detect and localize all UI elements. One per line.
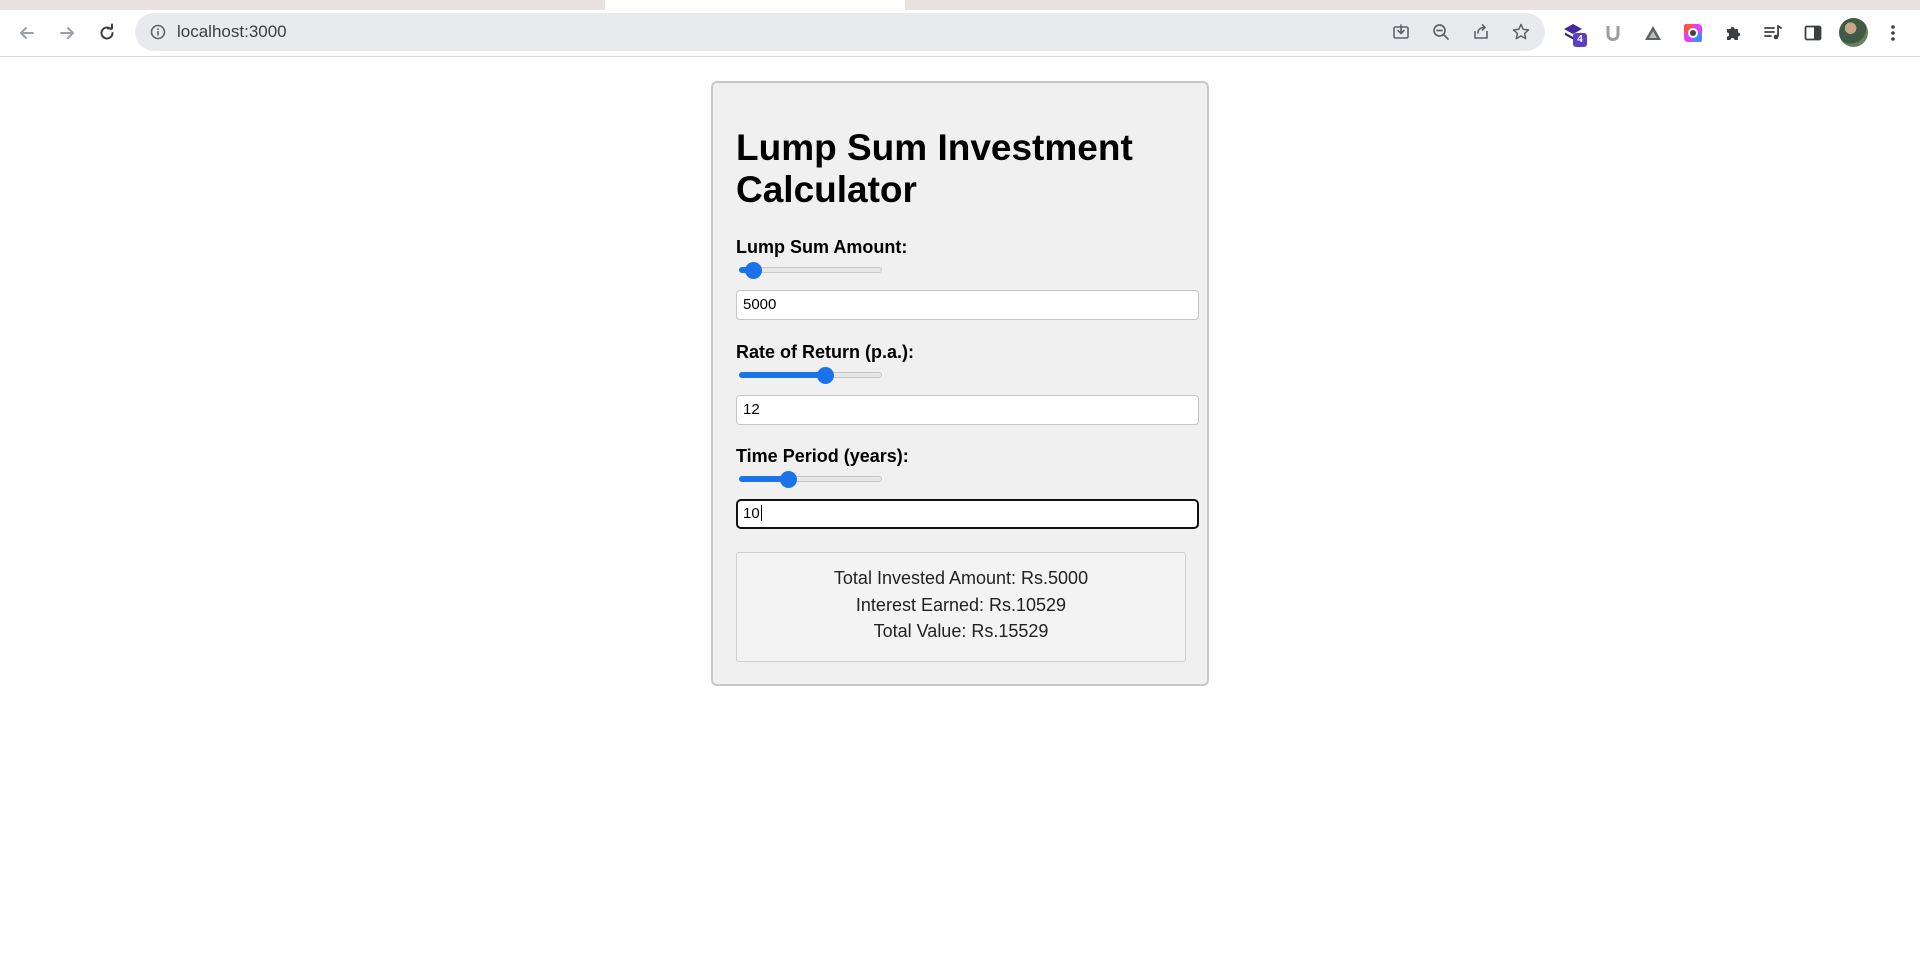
share-button[interactable] [1468,19,1494,45]
extension-badge: 4 [1573,33,1587,47]
bookmark-button[interactable] [1508,19,1534,45]
browser-menu-button[interactable] [1877,17,1909,49]
install-app-button[interactable] [1388,19,1414,45]
side-panel-button[interactable] [1797,17,1829,49]
total-invested-text: Total Invested Amount: Rs.5000 [833,568,1089,588]
time-period-label: Time Period (years): [736,446,909,466]
lump-sum-input[interactable]: 5000 [736,290,1199,320]
slider-thumb[interactable] [779,471,797,488]
extensions-button[interactable] [1717,17,1749,49]
side-panel-icon [1804,25,1822,41]
url-text[interactable]: localhost:3000 [177,23,287,41]
reload-button[interactable] [91,17,123,49]
puzzle-icon [1727,27,1740,40]
extension-triangle-button[interactable] [1637,17,1669,49]
extension-color-button[interactable] [1677,17,1709,49]
rate-of-return-slider[interactable] [739,367,882,384]
kebab-menu-icon [1891,25,1895,41]
u-logo-icon [1606,26,1620,42]
results-panel: Total Invested Amount: Rs.5000 Interest … [736,552,1186,662]
browser-toolbar: localhost:3000 4 [0,10,1920,57]
reload-icon [100,23,114,40]
address-bar[interactable]: localhost:3000 [135,13,1545,51]
lump-sum-slider[interactable] [739,262,882,279]
rate-of-return-input[interactable]: 12 [736,395,1199,425]
triangle-logo-icon [1645,26,1661,40]
active-tab[interactable] [605,0,905,10]
share-icon [1474,24,1488,39]
tab-strip [0,0,1920,10]
text-caret [760,505,762,521]
slider-thumb[interactable] [816,367,834,384]
zoom-out-icon [1433,24,1449,40]
rate-of-return-label: Rate of Return (p.a.): [736,342,914,362]
media-control-button[interactable] [1757,17,1789,49]
total-value-text: Total Value: Rs.15529 [873,621,1049,641]
time-period-slider[interactable] [739,471,882,488]
install-icon [1393,24,1409,39]
extension-u-button[interactable] [1597,17,1629,49]
info-icon[interactable] [149,23,167,41]
extension-stack-button[interactable]: 4 [1557,17,1589,49]
star-icon [1512,23,1530,40]
profile-avatar[interactable] [1839,18,1868,47]
forward-button[interactable] [51,17,83,49]
slider-fill [739,372,825,378]
lump-sum-value: 5000 [743,296,777,313]
page-title: Lump Sum Investment Calculator [736,127,1133,210]
time-period-value: 10 [743,505,760,522]
lump-sum-label: Lump Sum Amount: [736,237,908,257]
back-button[interactable] [11,17,43,49]
time-period-input[interactable]: 10 [736,499,1199,529]
arrow-left-icon [20,27,34,39]
zoom-button[interactable] [1428,19,1454,45]
media-control-icon [1764,25,1782,40]
arrow-right-icon [60,27,74,39]
calculator-card: Lump Sum Investment Calculator Lump Sum … [711,81,1209,686]
slider-thumb[interactable] [745,262,763,279]
interest-earned-text: Interest Earned: Rs.10529 [855,595,1067,615]
rate-of-return-value: 12 [743,401,760,418]
color-picker-icon [1684,24,1702,42]
